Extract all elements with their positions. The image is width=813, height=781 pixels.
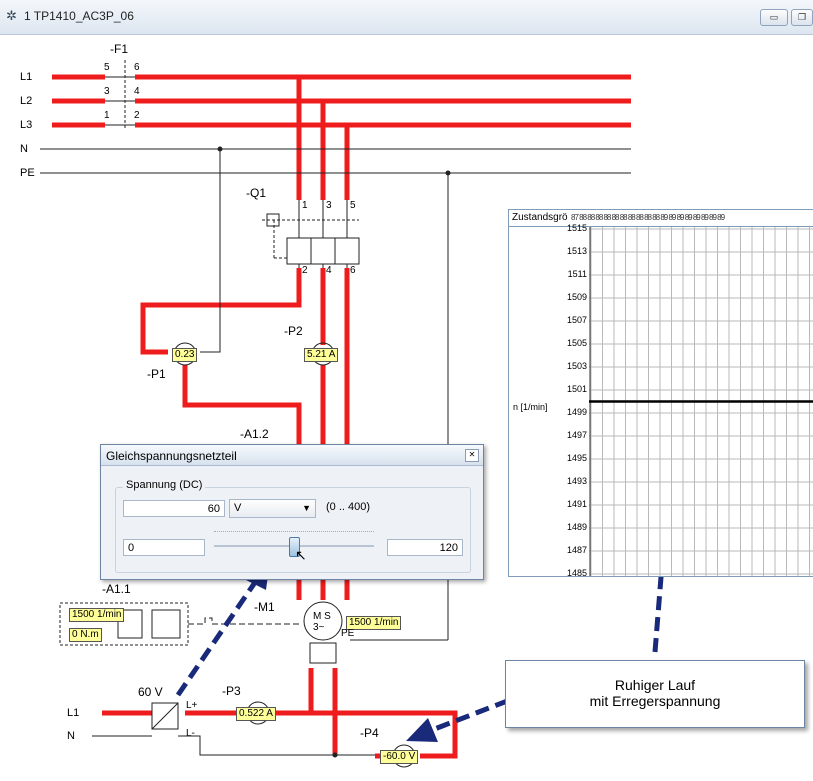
fuse-terminal-1: 1 <box>104 110 110 121</box>
mouse-cursor-icon: ↖ <box>295 547 307 563</box>
breaker-terminal-3: 3 <box>326 200 332 211</box>
plot-ytick-label: 1503 <box>566 361 587 371</box>
meter-p1-label: -P1 <box>147 367 166 381</box>
plot-header-label: Zustandsgrö <box>512 212 568 223</box>
dialog-close-button[interactable]: ✕ <box>465 449 479 462</box>
dc-supply-dialog: Gleichspannungsnetzteil ✕ Spannung (DC) … <box>100 444 484 580</box>
voltage-input[interactable]: 60 <box>123 500 225 517</box>
dc-lminus: L- <box>186 728 195 739</box>
meter-p3-label: -P3 <box>222 684 241 698</box>
dc-l1-label: L1 <box>67 707 80 719</box>
callout-line-1: Ruhiger Lauf <box>614 677 696 693</box>
plot-header-ticks: 87 88 88 88 88 88 88 88 88 88 88 89 89 8… <box>571 213 725 222</box>
plot-ytick-label: 1511 <box>567 269 587 279</box>
fuse-terminal-2: 2 <box>134 110 140 121</box>
motor-pe-label: PE <box>341 628 355 639</box>
line-label-l3: L3 <box>20 119 33 131</box>
breaker-label: -Q1 <box>246 186 267 200</box>
close-icon: ✕ <box>468 450 476 459</box>
slider-ticks <box>214 531 374 536</box>
meter-p2-label: -P2 <box>284 324 303 338</box>
annotation-callout: Ruhiger Lauf mit Erregerspannung <box>505 660 805 728</box>
slider-min-field[interactable]: 0 <box>123 539 205 556</box>
plot-ytick-label: 1507 <box>566 315 587 325</box>
plot-ytick-label: 1515 <box>566 223 587 233</box>
fuse-terminal-5: 5 <box>104 62 110 73</box>
meter-p3-value: 0.522 A <box>236 707 276 721</box>
state-plot[interactable]: Zustandsgrö 87 88 88 88 88 88 88 88 88 8… <box>508 209 813 577</box>
plot-ytick-label: 1509 <box>566 292 587 302</box>
plot-ylabel: n [1/min] <box>513 402 548 412</box>
meter-p1-value: 0.23 <box>172 348 198 362</box>
line-label-pe: PE <box>20 167 35 179</box>
voltage-range: (0 .. 400) <box>326 501 371 513</box>
a12-label: -A1.2 <box>240 427 269 441</box>
callout-line-2: mit Erregerspannung <box>589 693 721 709</box>
plot-ytick-label: 1491 <box>566 499 587 509</box>
plot-ytick-label: 1487 <box>566 545 587 555</box>
breaker-terminal-1: 1 <box>302 200 308 211</box>
fuse-label: -F1 <box>110 42 128 56</box>
breaker-terminal-2: 2 <box>302 265 308 276</box>
a11-speed: 1500 1/min <box>69 608 125 622</box>
a11-label: -A1.1 <box>102 582 131 596</box>
line-label-l1: L1 <box>20 71 33 83</box>
unit-select-value: V <box>234 502 242 514</box>
chevron-down-icon: ▼ <box>302 503 311 513</box>
voltage-group-label: Spannung (DC) <box>123 479 206 491</box>
meter-p4-label: -P4 <box>360 726 379 740</box>
plot-ytick-label: 1497 <box>566 430 587 440</box>
motor-symbol: M S <box>313 611 331 622</box>
plot-ytick-label: 1495 <box>566 453 587 463</box>
motor-label: -M1 <box>254 600 275 614</box>
fuse-terminal-6: 6 <box>134 62 140 73</box>
plot-area <box>589 227 813 576</box>
fuse-terminal-4: 4 <box>134 86 140 97</box>
plot-ytick-label: 1499 <box>566 407 587 417</box>
breaker-terminal-6: 6 <box>350 265 356 276</box>
plot-ytick-label: 1513 <box>566 246 587 256</box>
fuse-terminal-3: 3 <box>104 86 110 97</box>
dialog-title: Gleichspannungsnetzteil <box>106 449 237 463</box>
line-label-l2: L2 <box>20 95 33 107</box>
plot-ytick-label: 1485 <box>566 568 587 577</box>
breaker-terminal-5: 5 <box>350 200 356 211</box>
plot-ytick-label: 1501 <box>566 384 587 394</box>
dialog-titlebar: Gleichspannungsnetzteil ✕ <box>101 445 483 466</box>
unit-select[interactable]: V ▼ <box>229 499 316 518</box>
plot-ytick-label: 1493 <box>566 476 587 486</box>
motor-phase: 3~ <box>313 622 325 633</box>
dc-n-label: N <box>67 730 75 742</box>
dc-lplus: L+ <box>186 700 198 711</box>
a11-torque: 0 N.m <box>69 628 102 642</box>
dc-voltage-label: 60 V <box>138 685 163 699</box>
meter-p4-value: -60.0 V <box>380 750 419 764</box>
slider-max-field[interactable]: 120 <box>387 539 463 556</box>
line-label-n: N <box>20 143 28 155</box>
breaker-terminal-4: 4 <box>326 265 332 276</box>
plot-ytick-label: 1489 <box>566 522 587 532</box>
plot-ytick-label: 1505 <box>566 338 587 348</box>
meter-p2-value: 5.21 A <box>304 348 339 362</box>
